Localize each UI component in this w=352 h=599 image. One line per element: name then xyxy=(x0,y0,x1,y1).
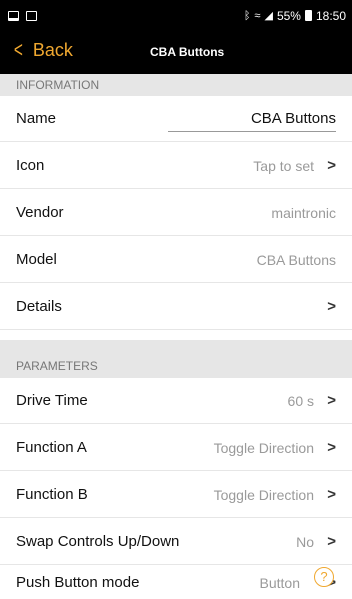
status-right: ᛒ ≈ ◢ 55% 18:50 xyxy=(244,9,346,23)
clipboard-icon xyxy=(26,10,37,21)
back-button[interactable]: < Back xyxy=(12,39,73,61)
param-label: Drive Time xyxy=(16,392,88,409)
details-row[interactable]: Details > xyxy=(0,284,352,330)
status-left xyxy=(8,10,37,21)
chevron-right-icon: > xyxy=(327,157,336,174)
param-label: Swap Controls Up/Down xyxy=(16,533,180,550)
chevron-left-icon: < xyxy=(13,37,23,62)
name-field[interactable] xyxy=(168,105,336,132)
param-row-swap-controls[interactable]: Swap Controls Up/Down No > xyxy=(0,519,352,565)
param-label: Function A xyxy=(16,439,87,456)
param-label: Function B xyxy=(16,486,88,503)
model-value: CBA Buttons xyxy=(256,251,336,268)
icon-value: Tap to set xyxy=(253,157,314,174)
chevron-right-icon: > xyxy=(327,298,336,315)
param-value: Toggle Direction xyxy=(213,439,314,456)
param-value: Button xyxy=(259,574,300,591)
model-label: Model xyxy=(16,251,57,268)
details-label: Details xyxy=(16,298,62,315)
param-value: Toggle Direction xyxy=(213,486,314,503)
name-label: Name xyxy=(16,110,57,127)
param-label: Push Button mode xyxy=(16,574,140,591)
param-row-function-a[interactable]: Function A Toggle Direction > xyxy=(0,425,352,471)
battery-icon xyxy=(304,10,312,21)
param-value: No xyxy=(296,533,314,550)
nav-bar: < Back CBA Buttons xyxy=(0,31,352,74)
section-header-parameters: PARAMETERS xyxy=(0,340,352,378)
icon-label: Icon xyxy=(16,157,45,174)
name-row: Name xyxy=(0,96,352,142)
vendor-row: Vendor maintronic xyxy=(0,190,352,236)
back-label: Back xyxy=(32,39,73,60)
image-icon xyxy=(8,10,19,21)
section-header-information: INFORMATION xyxy=(0,74,352,96)
status-bar: ᛒ ≈ ◢ 55% 18:50 xyxy=(0,0,352,31)
chevron-right-icon: > xyxy=(327,486,336,503)
model-row: Model CBA Buttons xyxy=(0,237,352,283)
help-icon[interactable]: ? xyxy=(314,567,334,587)
chevron-right-icon: > xyxy=(327,439,336,456)
param-value: 60 s xyxy=(287,392,314,409)
chevron-right-icon: > xyxy=(327,533,336,550)
vendor-value: maintronic xyxy=(271,204,336,221)
page-title: CBA Buttons xyxy=(150,45,225,59)
chevron-right-icon: > xyxy=(327,392,336,409)
wifi-icon: ≈ xyxy=(254,9,261,22)
icon-row[interactable]: Icon Tap to set > xyxy=(0,143,352,189)
signal-icon: ◢ xyxy=(264,10,273,22)
param-row-function-b[interactable]: Function B Toggle Direction > xyxy=(0,472,352,518)
vendor-label: Vendor xyxy=(16,204,64,221)
bluetooth-icon: ᛒ xyxy=(243,9,251,22)
battery-percent: 55% xyxy=(276,8,301,23)
param-row-push-button-mode[interactable]: Push Button mode Button > xyxy=(0,566,352,599)
param-row-drive-time[interactable]: Drive Time 60 s > xyxy=(0,378,352,424)
status-time: 18:50 xyxy=(315,8,346,23)
